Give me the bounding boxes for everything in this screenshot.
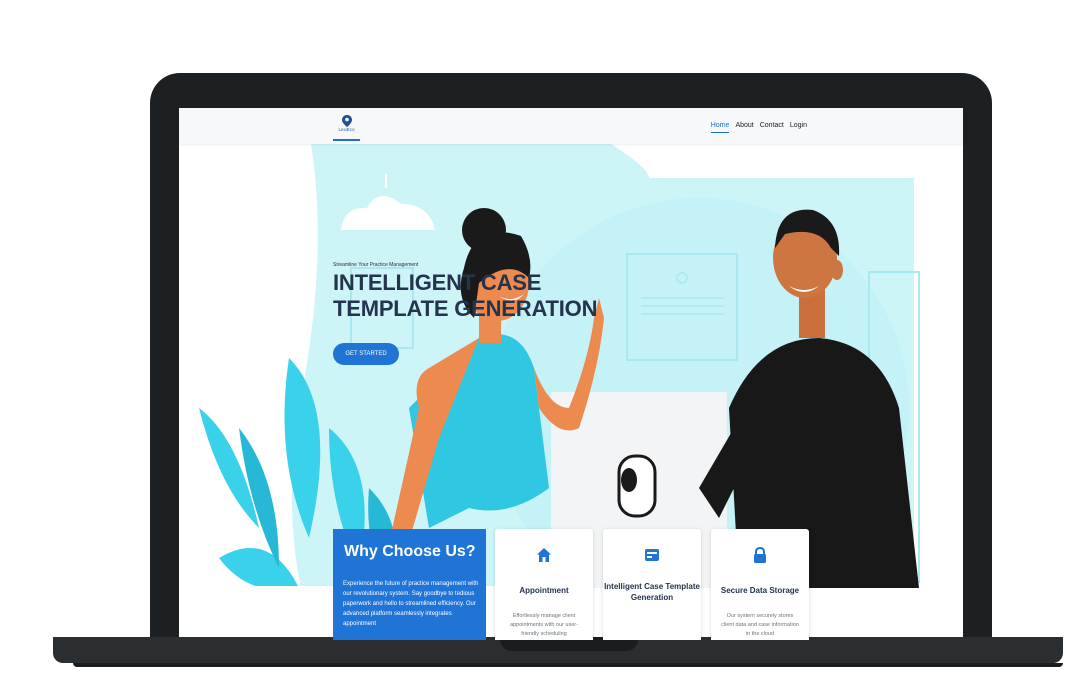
location-pin-icon (341, 115, 352, 127)
feature-card-appointment[interactable]: Appointment Effortlessly manage client a… (495, 529, 593, 640)
why-choose-us-card: Why Choose Us? Experience the future of … (333, 529, 486, 640)
form-icon (645, 549, 659, 561)
hero-headline-line1: INTELLIGENT CASE (333, 270, 542, 295)
feature-title: Secure Data Storage (720, 586, 800, 595)
nav-link-home[interactable]: Home (710, 122, 730, 133)
why-text: Experience the future of practice manage… (343, 581, 479, 627)
hero-tagline: Streamline Your Practice Management (333, 262, 419, 268)
nav-link-about[interactable]: About (735, 122, 753, 133)
house-icon (537, 548, 551, 562)
laptop-base-lip (73, 663, 1063, 667)
brand-name: LexiEco (338, 127, 355, 132)
feature-card-storage[interactable]: Secure Data Storage Our system securely … (711, 529, 809, 640)
feature-card-template[interactable]: Intelligent Case Template Generation (603, 529, 701, 640)
get-started-button[interactable]: GET STARTED (333, 343, 399, 365)
feature-text: Our system securely stores client data a… (721, 613, 799, 637)
lock-icon (754, 547, 766, 563)
feature-text: Effortlessly manage client appointments … (510, 613, 578, 637)
laptop-screen: LexiEco Home About Contact Login Streaml… (179, 108, 963, 640)
top-navbar: LexiEco Home About Contact Login (179, 108, 963, 144)
feature-title: Intelligent Case Template Generation (604, 582, 700, 602)
brand-logo[interactable]: LexiEco (333, 113, 360, 141)
main-nav: Home About Contact Login (710, 122, 807, 133)
hero-headline: INTELLIGENT CASE TEMPLATE GENERATION (333, 270, 597, 322)
hero-text: Streamline Your Practice Management INTE… (333, 262, 597, 322)
feature-title: Appointment (519, 586, 569, 595)
nav-link-contact[interactable]: Contact (760, 122, 784, 133)
why-title: Why Choose Us? (344, 543, 476, 560)
hero-headline-line2: TEMPLATE GENERATION (333, 296, 598, 321)
nav-link-login[interactable]: Login (790, 122, 807, 133)
